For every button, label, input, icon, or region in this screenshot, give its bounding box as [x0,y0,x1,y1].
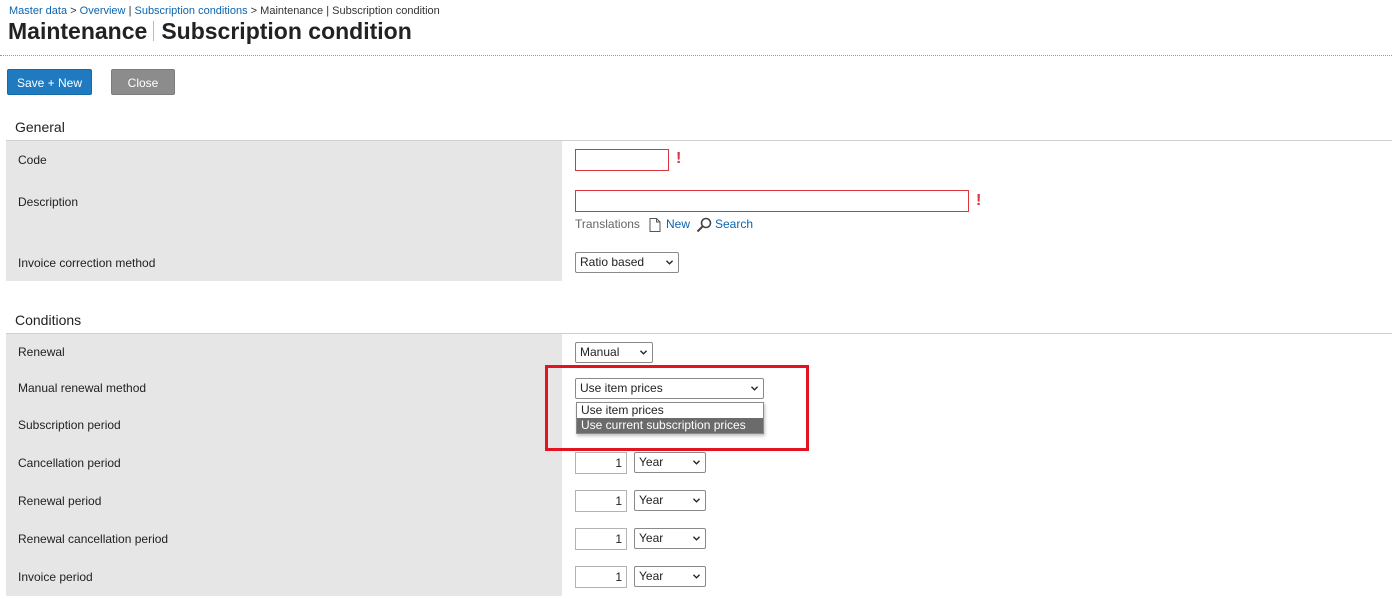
cancellation-period-input[interactable]: 1 [575,452,627,474]
invoice-period-input[interactable]: 1 [575,566,627,588]
chevron-down-icon [693,574,700,579]
renewal-label: Renewal [18,345,65,359]
page-title-sub: Subscription condition [161,18,412,44]
breadcrumb-current: Maintenance | Subscription condition [260,5,440,17]
cancellation-period-unit-select[interactable]: Year [634,452,706,473]
translations-search-link[interactable]: Search [715,217,753,231]
invoice-correction-select[interactable]: Ratio based [575,252,679,273]
invoice-correction-value: Ratio based [580,255,645,269]
renewal-select[interactable]: Manual [575,342,653,363]
section-title-conditions: Conditions [15,312,82,328]
new-document-icon[interactable] [649,218,661,232]
breadcrumb-master-data[interactable]: Master data [9,5,67,17]
renewal-period-unit: Year [639,493,664,507]
breadcrumb-pipe: | [128,5,132,17]
title-divider [153,21,155,41]
invoice-period-unit-select[interactable]: Year [634,566,706,587]
breadcrumb-subscription-conditions[interactable]: Subscription conditions [134,5,247,17]
renewal-period-input[interactable]: 1 [575,490,627,512]
chevron-down-icon [693,536,700,541]
breadcrumb-separator: > [250,5,258,17]
code-input[interactable] [575,149,669,171]
renewal-cancellation-unit: Year [639,531,664,545]
translations-label: Translations [575,217,640,231]
description-input[interactable] [575,190,969,212]
renewal-period-label: Renewal period [18,494,102,508]
renewal-value: Manual [580,345,620,359]
manual-renewal-label: Manual renewal method [18,381,147,395]
code-label: Code [18,153,47,167]
description-required-icon: ! [976,192,982,209]
page-title: Maintenance Subscription condition [8,18,412,45]
invoice-period-unit: Year [639,569,664,583]
invoice-period-label: Invoice period [18,570,93,584]
breadcrumb-separator: > [70,5,77,17]
close-button[interactable]: Close [111,69,175,95]
chevron-down-icon [666,260,673,265]
search-icon[interactable] [696,217,712,233]
chevron-down-icon [693,460,700,465]
renewal-cancellation-input[interactable]: 1 [575,528,627,550]
subscription-period-label: Subscription period [18,418,121,432]
chevron-down-icon [640,350,647,355]
cancellation-period-unit: Year [639,455,664,469]
breadcrumb: Master data > Overview | Subscription co… [9,5,440,17]
cancellation-period-label: Cancellation period [18,456,121,470]
description-label: Description [18,195,79,209]
highlight-box [545,365,809,451]
breadcrumb-overview[interactable]: Overview [80,5,126,17]
page-title-main: Maintenance [8,18,148,44]
renewal-period-unit-select[interactable]: Year [634,490,706,511]
translations-new-link[interactable]: New [666,217,690,231]
section-title-general: General [15,119,65,135]
title-divider-line [0,55,1392,56]
renewal-cancellation-unit-select[interactable]: Year [634,528,706,549]
invoice-correction-label: Invoice correction method [18,256,156,270]
code-required-icon: ! [676,150,682,167]
renewal-cancellation-label: Renewal cancellation period [18,532,169,546]
chevron-down-icon [693,498,700,503]
save-new-button[interactable]: Save + New [7,69,92,95]
